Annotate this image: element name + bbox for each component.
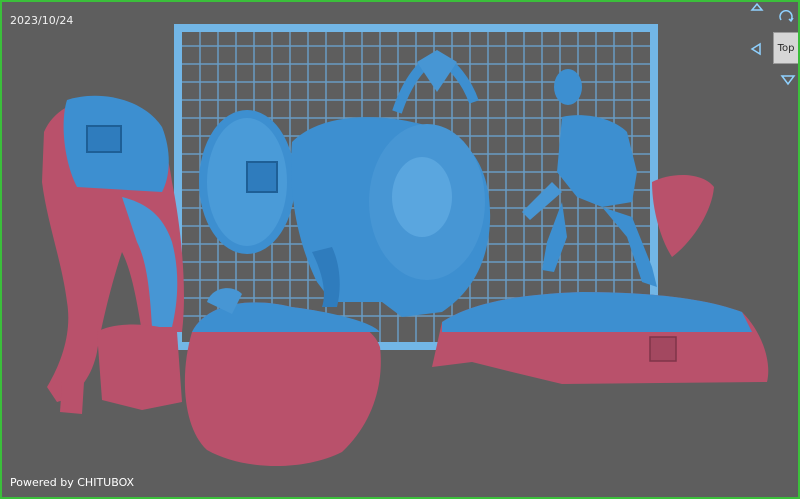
- model-pillar-base-left[interactable]: [97, 324, 182, 411]
- scene-canvas: [42, 24, 769, 467]
- model-rock-base-left[interactable]: [184, 288, 381, 467]
- model-shield[interactable]: [199, 110, 295, 254]
- date-label: 2023/10/24: [10, 14, 74, 27]
- model-rock-base-right[interactable]: [432, 292, 769, 384]
- model-lion-front[interactable]: [291, 50, 491, 317]
- viewport-3d[interactable]: 2023/10/24 Powered by CHITUBOX Top: [0, 0, 800, 499]
- model-knight[interactable]: [522, 69, 714, 287]
- arrow-down-icon[interactable]: [780, 74, 796, 86]
- arrow-up-icon[interactable]: [750, 2, 764, 12]
- powered-by-label: Powered by CHITUBOX: [10, 476, 135, 489]
- rotate-icon[interactable]: [778, 10, 794, 24]
- arrow-left-icon[interactable]: [750, 42, 762, 56]
- view-top-button[interactable]: Top: [773, 32, 798, 64]
